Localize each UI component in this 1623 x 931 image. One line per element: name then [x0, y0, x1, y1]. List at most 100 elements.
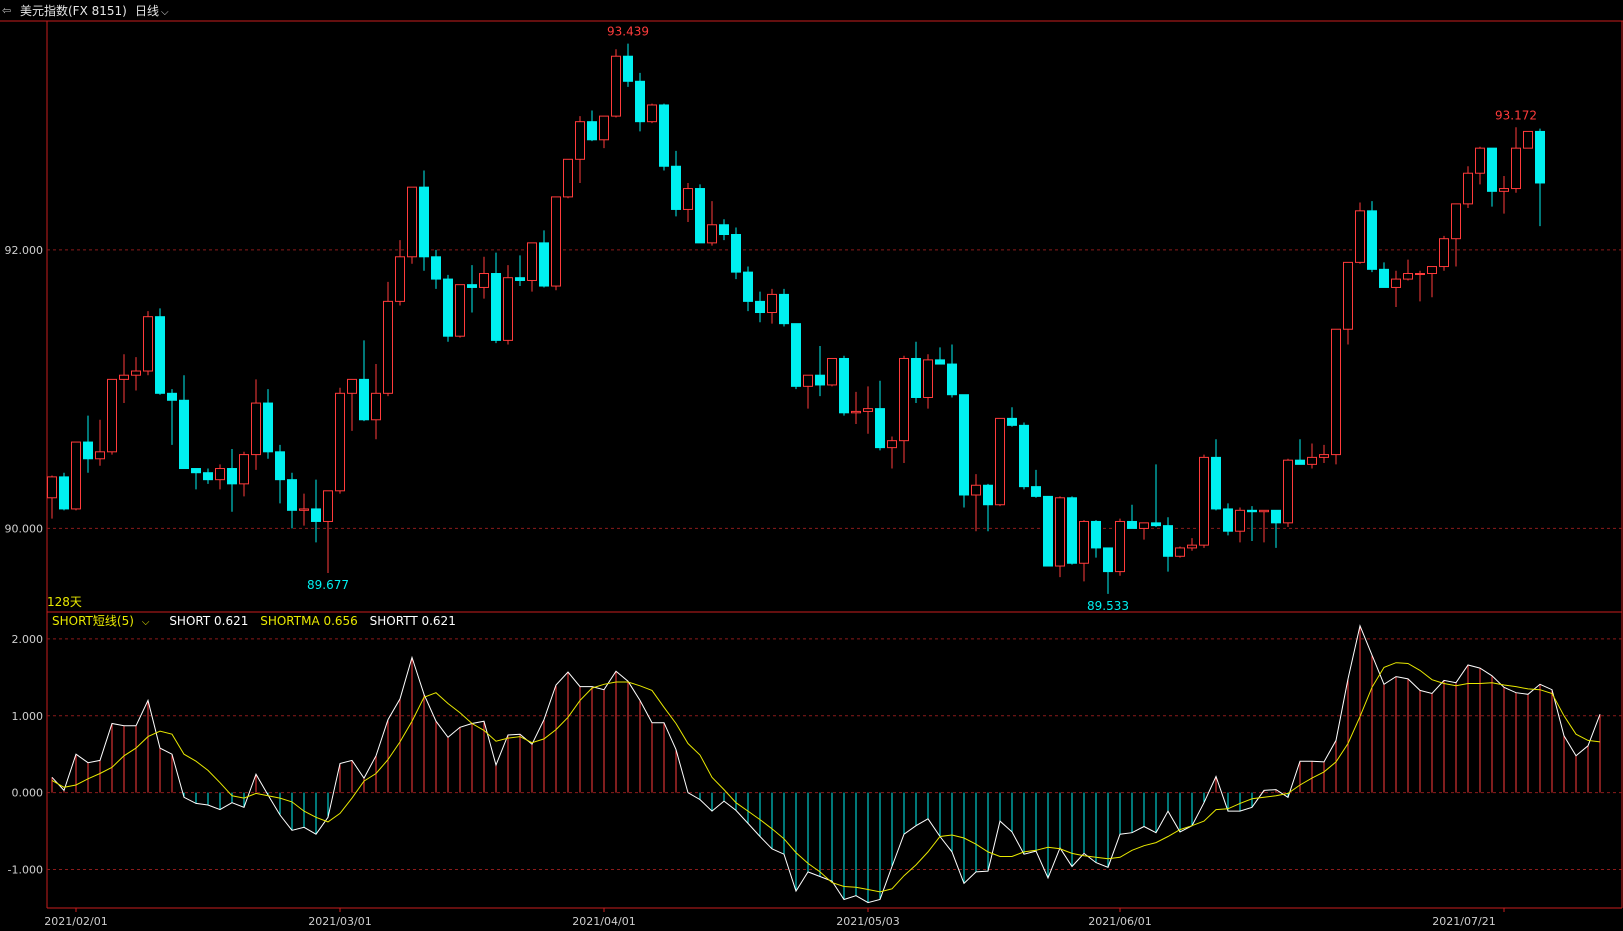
candle-up-body: [1391, 278, 1401, 288]
candle-down-body: [1379, 268, 1389, 288]
candle-up-body: [1259, 509, 1269, 513]
candle-up-body: [215, 468, 225, 481]
candle-down-body: [947, 363, 957, 396]
candle-down-body: [467, 284, 477, 288]
candle-up-body: [299, 508, 309, 511]
candle-down-body: [1367, 210, 1377, 270]
x-tick-label: 2021/07/21: [1432, 915, 1495, 928]
candle-up-body: [899, 357, 909, 442]
x-tick-label: 2021/03/01: [308, 915, 371, 928]
candle-up-body: [1499, 188, 1509, 192]
candle-up-body: [1523, 130, 1533, 149]
candle-down-body: [59, 476, 69, 510]
candle-up-body: [851, 410, 861, 414]
candle-down-body: [287, 479, 297, 511]
candle-up-body: [1175, 547, 1185, 557]
candle-up-body: [1343, 261, 1353, 330]
x-tick-label: 2021/04/01: [572, 915, 635, 928]
candle-up-body: [767, 293, 777, 314]
candle-up-body: [1115, 520, 1125, 573]
candle-down-body: [1295, 459, 1305, 465]
shortma-line: [51, 662, 1601, 893]
candle-down-body: [659, 104, 669, 167]
candle-down-body: [1127, 520, 1137, 529]
candle-down-body: [587, 121, 597, 141]
candle-up-body: [407, 186, 417, 258]
candle-up-body: [1439, 238, 1449, 268]
candle-down-body: [935, 359, 945, 365]
candle-up-body: [863, 408, 873, 412]
x-axis-labels: 2021/02/01 2021/03/01 2021/04/01 2021/05/03…: [44, 908, 1505, 928]
days-count-label: 128天: [47, 595, 82, 609]
candle-down-body: [203, 472, 213, 481]
candle-up-body: [251, 402, 261, 456]
candle-down-body: [539, 242, 549, 287]
candle-down-body: [191, 468, 201, 474]
candle-down-body: [743, 271, 753, 302]
candle-up-body: [503, 277, 513, 341]
indicator-axis-labels: 2.000 1.000 0.000 -1.000: [8, 633, 43, 877]
candle-up-body: [599, 115, 609, 141]
candle-up-body: [995, 417, 1005, 506]
candle-down-body: [1247, 509, 1257, 513]
candle-down-body: [83, 441, 93, 460]
candle-up-body: [1331, 328, 1341, 456]
candle-up-body: [1319, 454, 1329, 458]
candle-up-body: [647, 104, 657, 123]
candle-up-body: [1055, 497, 1065, 567]
candle-up-body: [887, 440, 897, 449]
candle-up-body: [1079, 520, 1089, 564]
candle-up-body: [1355, 210, 1365, 263]
candle-down-body: [431, 256, 441, 280]
candle-down-body: [815, 374, 825, 386]
max-price-label: 93.439: [607, 25, 649, 39]
candle-down-body: [1091, 520, 1101, 549]
candle-down-body: [263, 402, 273, 453]
candle-up-body: [1235, 509, 1245, 532]
candle-up-body: [527, 242, 537, 281]
candle-down-body: [155, 316, 165, 394]
candle-down-body: [959, 394, 969, 496]
chart-canvas[interactable]: 92.000 90.000 93.439 89.677 89.533 93.172 2.0…: [0, 0, 1623, 931]
candle-up-body: [803, 374, 813, 387]
candle-up-body: [71, 441, 81, 510]
candle-down-body: [179, 399, 189, 470]
indicator-y-tick-label: -1.000: [8, 864, 43, 877]
candle-down-body: [671, 165, 681, 210]
main-grid: [47, 249, 1622, 529]
x-tick-label: 2021/06/01: [1088, 915, 1151, 928]
candle-up-body: [1403, 273, 1413, 280]
candle-up-body: [575, 121, 585, 160]
recent-high-label: 93.172: [1495, 108, 1537, 122]
candle-down-body: [1103, 547, 1113, 573]
candle-down-body: [1043, 495, 1053, 567]
candle-down-body: [491, 273, 501, 341]
candle-down-body: [731, 234, 741, 273]
candle-down-body: [311, 508, 321, 522]
candle-down-body: [779, 293, 789, 325]
candle-up-body: [1451, 203, 1461, 240]
candle-up-body: [395, 256, 405, 302]
candle-down-body: [167, 392, 177, 401]
candle-down-body: [419, 186, 429, 258]
short-line: [51, 624, 1601, 904]
candle-up-body: [455, 284, 465, 337]
candle-up-body: [347, 378, 357, 394]
candle-up-body: [1427, 266, 1437, 275]
main-axis-labels: 92.000 90.000 93.439 89.677 89.533 93.172: [5, 25, 1538, 613]
candle-down-body: [1019, 424, 1029, 488]
indicator-lines: [51, 624, 1601, 904]
candle-up-body: [611, 55, 621, 117]
candle-up-body: [1307, 456, 1317, 465]
min-price-label-2: 89.533: [1087, 599, 1129, 613]
indicator-y-tick-label: 2.000: [12, 633, 44, 646]
candle-up-body: [47, 476, 57, 499]
candle-down-body: [719, 224, 729, 236]
candle-up-body: [1511, 147, 1521, 190]
main-y-tick-label: 90.000: [5, 522, 44, 535]
candle-up-body: [239, 454, 249, 485]
candle-up-body: [323, 490, 333, 522]
candle-down-body: [1535, 130, 1545, 184]
indicator-y-tick-label: 0.000: [12, 787, 44, 800]
candle-down-body: [911, 357, 921, 398]
